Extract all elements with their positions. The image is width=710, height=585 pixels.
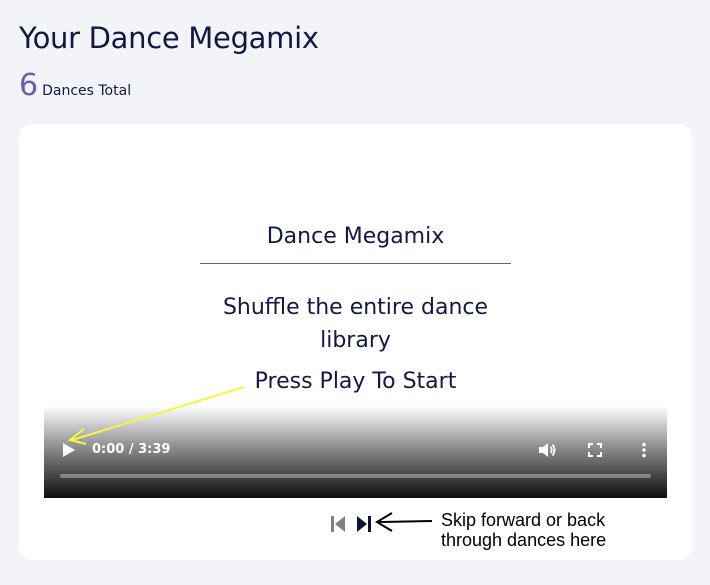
megamix-card: Dance Megamix Shuffle the entire dance l… [19,124,692,560]
more-options-icon[interactable] [634,440,654,460]
dance-count: 6 Dances Total [19,68,131,104]
video-player[interactable]: Dance Megamix Shuffle the entire dance l… [44,124,667,498]
video-subtitle: Shuffle the entire dance library [222,295,489,353]
skip-hint-annotation: Skip forward or back through dances here [441,510,607,550]
dance-count-number: 6 [19,68,39,103]
progress-bar[interactable] [60,474,651,478]
play-icon[interactable] [62,442,76,458]
volume-icon[interactable] [537,440,557,460]
time-display: 0:00 / 3:39 [92,442,171,457]
skip-forward-icon[interactable] [356,514,372,534]
page-title: Your Dance Megamix [19,21,319,55]
video-title: Dance Megamix [266,224,445,249]
skip-back-icon[interactable] [330,514,346,534]
video-cta: Press Play To Start [254,369,457,394]
dance-count-label: Dances Total [42,83,132,99]
title-divider [200,263,511,264]
video-controls: 0:00 / 3:39 [44,406,667,498]
fullscreen-icon[interactable] [585,440,605,460]
